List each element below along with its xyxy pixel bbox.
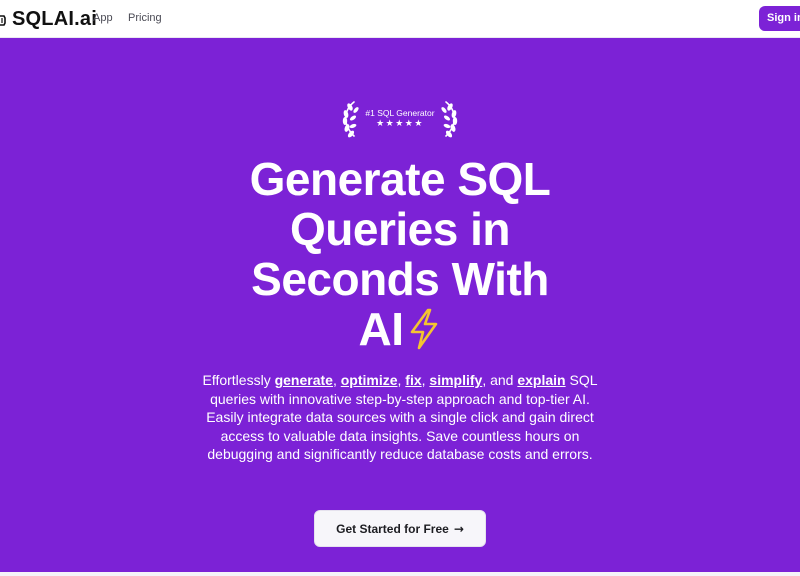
arrow-right-icon: → (453, 521, 464, 536)
description-separator: , and (482, 372, 518, 388)
brand-logo-link[interactable]: SQLAI.ai (0, 6, 97, 32)
description-separator: , (332, 372, 341, 388)
brand-name: SQLAI.ai (12, 7, 97, 30)
keyword-link-simplify[interactable]: simplify (429, 372, 482, 388)
keyword-link-fix[interactable]: fix (405, 372, 421, 388)
award-label: #1 SQL Generator (365, 108, 435, 118)
logo-icon (0, 15, 6, 26)
cta-label: Get Started for Free (336, 521, 449, 536)
star-rating: ★★★★★ (376, 119, 424, 129)
keyword-link-generate[interactable]: generate (275, 372, 333, 388)
keyword-link-optimize[interactable]: optimize (341, 372, 398, 388)
headline-line: AI (358, 303, 405, 355)
description-text: Effortlessly (202, 372, 275, 388)
lightning-bolt-icon (410, 308, 437, 350)
award-badge: #1 SQL Generator ★★★★★ (340, 98, 460, 140)
headline-line: Seconds With (251, 253, 549, 305)
headline-line: Generate SQL (249, 153, 551, 205)
sign-in-button[interactable]: Sign in (759, 6, 800, 31)
headline-line: Queries in (290, 203, 510, 255)
headline-last-line: AI (150, 304, 650, 354)
hero-description: Effortlessly generate, optimize, fix, si… (200, 371, 600, 464)
top-navbar: SQLAI.ai App Pricing Sign in (0, 0, 800, 38)
page-bottom-edge (0, 572, 800, 576)
keyword-link-explain[interactable]: explain (517, 372, 565, 388)
nav-link-pricing[interactable]: Pricing (128, 12, 162, 24)
nav-link-app[interactable]: App (93, 12, 113, 24)
hero-headline: Generate SQL Queries in Seconds With AI (150, 154, 650, 354)
get-started-button[interactable]: Get Started for Free → (314, 510, 486, 547)
